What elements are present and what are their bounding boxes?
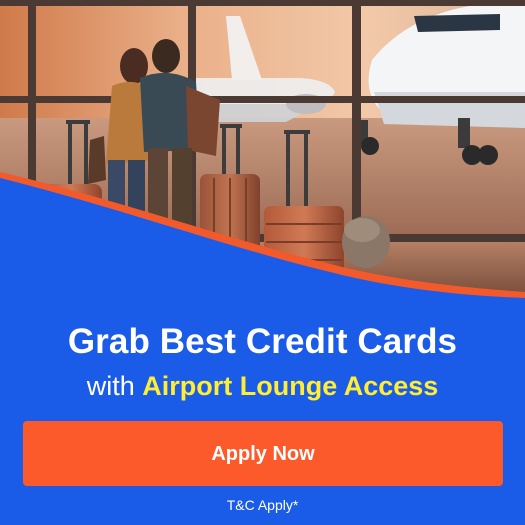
headline-primary: Grab Best Credit Cards (67, 322, 458, 361)
travel-bag (342, 216, 390, 268)
headline-secondary-prefix: with (86, 371, 143, 401)
promo-banner[interactable]: Grab Best Credit Cards with Airport Loun… (0, 0, 525, 525)
headline-highlight: Airport Lounge Access (142, 371, 439, 401)
apply-now-button[interactable]: Apply Now (23, 421, 503, 486)
headline-secondary: with Airport Lounge Access (0, 366, 525, 406)
terms-conditions-note[interactable]: T&C Apply* (0, 496, 525, 514)
